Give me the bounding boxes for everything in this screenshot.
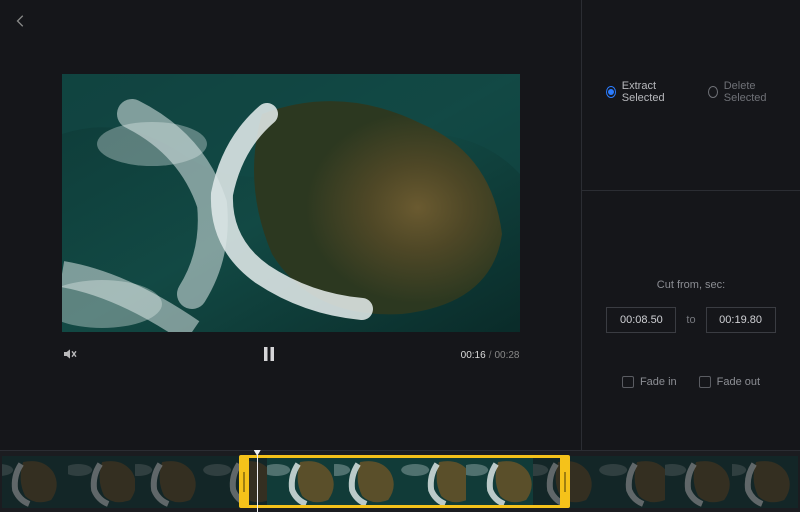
delete-selected-radio[interactable]: Delete Selected [708, 80, 784, 104]
back-button[interactable] [14, 14, 28, 28]
mute-icon[interactable] [62, 346, 78, 365]
timeline-frame[interactable] [135, 456, 201, 508]
radio-dot-icon [606, 86, 616, 98]
timeline-frame[interactable] [68, 456, 134, 508]
video-preview[interactable] [62, 74, 520, 332]
cut-label: Cut from, sec: [657, 279, 725, 291]
fade-out-label: Fade out [717, 376, 760, 388]
checkbox-icon [622, 376, 634, 388]
cut-inputs: to [606, 307, 775, 333]
timeline-frame[interactable] [334, 456, 400, 508]
timeline-frame[interactable] [400, 456, 466, 508]
cut-section: Cut from, sec: to [582, 191, 800, 333]
selection-mode: Extract Selected Delete Selected [582, 0, 800, 104]
extract-label: Extract Selected [622, 80, 684, 104]
fade-in-label: Fade in [640, 376, 677, 388]
delete-label: Delete Selected [724, 80, 784, 104]
radio-dot-icon [708, 86, 718, 98]
app: 00:16/00:28 Extract Selected Delete Sele… [0, 0, 800, 512]
pause-button[interactable] [262, 347, 276, 364]
timeline-frame[interactable] [599, 456, 665, 508]
handle-left[interactable] [239, 455, 249, 508]
fade-in-checkbox[interactable]: Fade in [622, 376, 677, 388]
main-row: 00:16/00:28 Extract Selected Delete Sele… [0, 0, 800, 450]
side-panel: Extract Selected Delete Selected Cut fro… [581, 0, 800, 450]
cut-to-input[interactable] [706, 307, 776, 333]
extract-selected-radio[interactable]: Extract Selected [606, 80, 684, 104]
preview-pane: 00:16/00:28 [0, 0, 581, 450]
timeline-frame[interactable] [732, 456, 798, 508]
fade-out-checkbox[interactable]: Fade out [699, 376, 760, 388]
checkbox-icon [699, 376, 711, 388]
duration: 00:28 [494, 350, 519, 361]
handle-right[interactable] [560, 455, 570, 508]
timeline-frame[interactable] [2, 456, 68, 508]
timeline-frame[interactable] [665, 456, 731, 508]
playhead[interactable] [257, 451, 258, 512]
fade-options: Fade in Fade out [582, 376, 800, 450]
timeline-frame[interactable] [267, 456, 333, 508]
cut-from-input[interactable] [606, 307, 676, 333]
timeline[interactable] [0, 450, 800, 512]
current-time: 00:16 [461, 350, 486, 361]
player-controls: 00:16/00:28 [62, 346, 520, 365]
timeline-frames [2, 456, 798, 508]
timeline-frame[interactable] [466, 456, 532, 508]
time-display: 00:16/00:28 [461, 350, 520, 361]
to-label: to [686, 314, 695, 326]
